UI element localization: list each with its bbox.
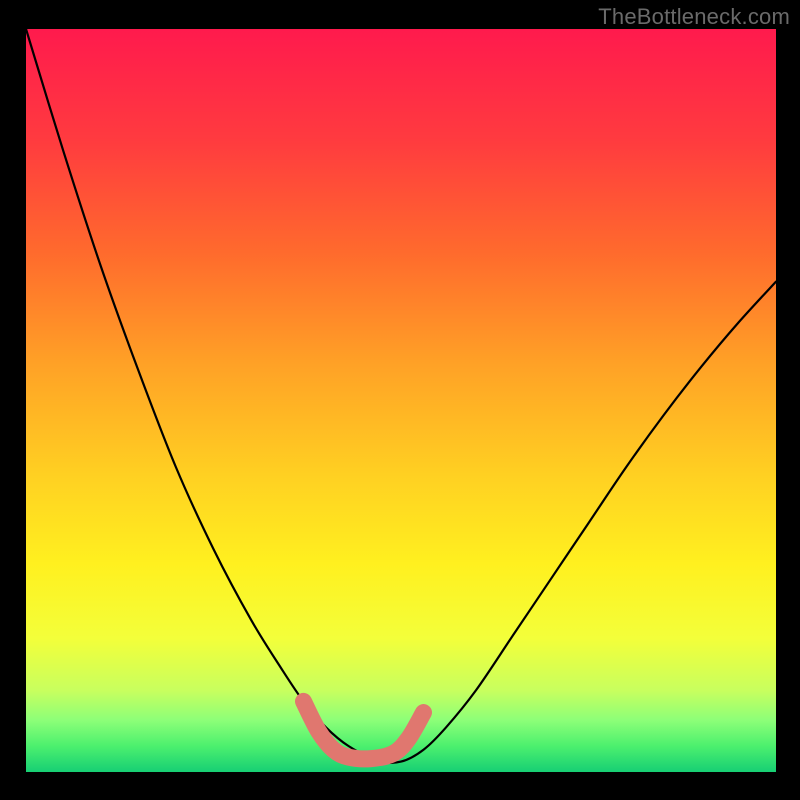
highlight-segment <box>304 701 424 758</box>
chart-frame: TheBottleneck.com <box>0 0 800 800</box>
watermark-text: TheBottleneck.com <box>598 4 790 30</box>
plot-area <box>26 29 776 772</box>
bottleneck-curve <box>26 29 776 763</box>
chart-overlay <box>26 29 776 772</box>
